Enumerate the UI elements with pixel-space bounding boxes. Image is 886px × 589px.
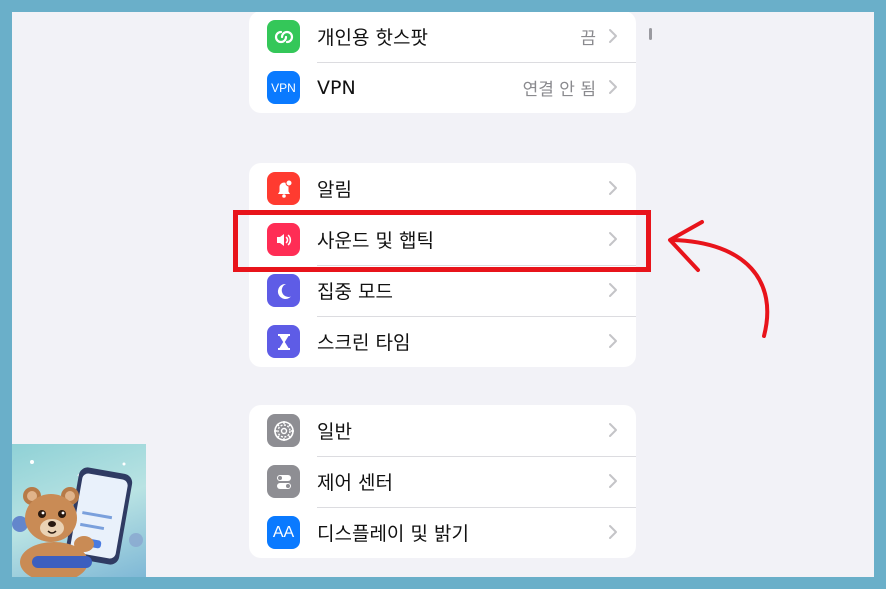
bear-phone-thumbnail xyxy=(12,444,146,577)
moon-icon xyxy=(267,274,300,307)
vpn-icon-text: VPN xyxy=(271,80,296,95)
bear-illustration-icon xyxy=(12,460,143,577)
settings-row-label: VPN xyxy=(317,76,356,99)
chevron-right-icon xyxy=(609,525,617,539)
settings-row-notifications[interactable]: 알림 xyxy=(249,163,636,214)
personal-hotspot-icon xyxy=(267,20,300,53)
settings-row-display-brightness[interactable]: AA 디스플레이 및 밝기 xyxy=(249,507,636,558)
settings-row-label: 스크린 타임 xyxy=(317,332,411,354)
chevron-right-icon xyxy=(609,181,617,195)
settings-row-label: 디스플레이 및 밝기 xyxy=(317,523,469,545)
annotation-arrow-icon xyxy=(668,220,770,338)
display-brightness-icon: AA xyxy=(267,516,300,549)
settings-group-general: 일반 제어 센터 AA 디스플레이 및 밝기 xyxy=(249,405,636,558)
settings-row-value: 연결 안 됨 xyxy=(522,80,596,100)
chevron-right-icon xyxy=(609,232,617,246)
settings-row-label: 알림 xyxy=(317,179,352,201)
settings-group-notifications: 알림 사운드 및 햅틱 집중 모드 스크린 타임 xyxy=(249,163,636,367)
settings-row-personal-hotspot[interactable]: 개인용 핫스팟 끔 xyxy=(249,12,636,62)
settings-row-label: 개인용 핫스팟 xyxy=(317,27,428,49)
settings-screen: 개인용 핫스팟 끔 VPN VPN 연결 안 됨 알림 사운드 및 햅틱 집중 … xyxy=(12,12,874,577)
chevron-right-icon xyxy=(609,80,617,94)
settings-group-connectivity: 개인용 핫스팟 끔 VPN VPN 연결 안 됨 xyxy=(249,12,636,113)
settings-row-vpn[interactable]: VPN VPN 연결 안 됨 xyxy=(249,62,636,113)
settings-row-screen-time[interactable]: 스크린 타임 xyxy=(249,316,636,367)
chevron-right-icon xyxy=(609,474,617,488)
settings-row-focus[interactable]: 집중 모드 xyxy=(249,265,636,316)
control-center-icon xyxy=(267,465,300,498)
vpn-icon: VPN xyxy=(267,71,300,104)
gear-icon xyxy=(267,414,300,447)
settings-row-value: 끔 xyxy=(580,29,596,49)
speaker-icon xyxy=(267,223,300,256)
chevron-right-icon xyxy=(609,423,617,437)
settings-row-general[interactable]: 일반 xyxy=(249,405,636,456)
hourglass-icon xyxy=(267,325,300,358)
display-icon-text: AA xyxy=(272,523,295,541)
settings-row-sounds-haptics[interactable]: 사운드 및 햅틱 xyxy=(249,214,636,265)
chevron-right-icon xyxy=(609,29,617,43)
settings-row-label: 일반 xyxy=(317,421,352,443)
settings-row-label: 사운드 및 햅틱 xyxy=(317,230,434,252)
chevron-right-icon xyxy=(609,334,617,348)
settings-row-label: 집중 모드 xyxy=(317,281,393,303)
scroll-indicator[interactable] xyxy=(649,28,652,40)
settings-row-label: 제어 센터 xyxy=(317,472,393,494)
bell-icon xyxy=(267,172,300,205)
settings-row-control-center[interactable]: 제어 센터 xyxy=(249,456,636,507)
chevron-right-icon xyxy=(609,283,617,297)
